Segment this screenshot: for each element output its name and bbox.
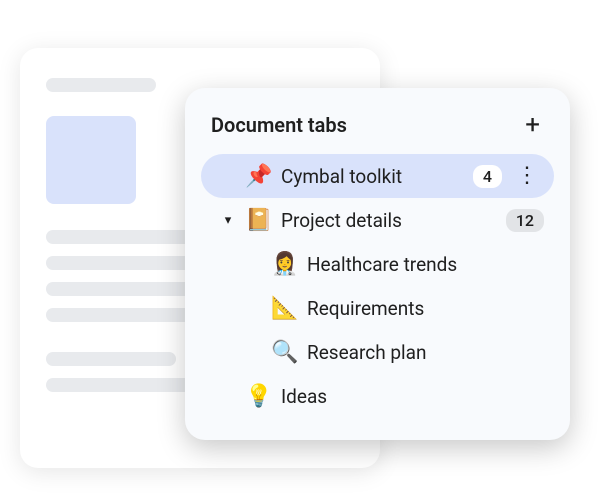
panel-title: Document tabs [211, 113, 347, 137]
lightbulb-icon: 💡 [245, 384, 273, 409]
ruler-icon: 📐 [271, 296, 299, 321]
panel-header: Document tabs + [201, 106, 554, 154]
tab-label: Cymbal toolkit [281, 165, 402, 188]
document-tabs-panel: Document tabs + ▾ 📌 Cymbal toolkit 4 ⋮ ▾… [185, 88, 570, 440]
notebook-icon: 📔 [245, 208, 273, 233]
tab-project-details[interactable]: ▾ 📔 Project details 12 [201, 198, 554, 242]
tab-label: Research plan [307, 341, 427, 364]
tab-research-plan[interactable]: 🔍 Research plan [201, 330, 554, 374]
tab-label: Project details [281, 209, 402, 232]
tab-healthcare-trends[interactable]: 👩‍⚕️ Healthcare trends [201, 242, 554, 286]
pin-icon: 📌 [245, 164, 273, 189]
tab-label: Ideas [281, 385, 327, 408]
tab-label: Healthcare trends [307, 253, 457, 276]
tab-badge: 12 [506, 209, 544, 232]
more-options-button[interactable]: ⋮ [510, 165, 544, 187]
magnifier-icon: 🔍 [271, 340, 299, 365]
expand-chevron[interactable]: ▾ [219, 213, 237, 228]
tab-requirements[interactable]: 📐 Requirements [201, 286, 554, 330]
tab-badge: 4 [473, 165, 502, 188]
tab-label: Requirements [307, 297, 424, 320]
tab-cymbal-toolkit[interactable]: ▾ 📌 Cymbal toolkit 4 ⋮ [201, 154, 554, 198]
add-tab-button[interactable]: + [521, 110, 544, 140]
tab-ideas[interactable]: ▾ 💡 Ideas [201, 374, 554, 418]
healthcare-worker-icon: 👩‍⚕️ [271, 252, 299, 277]
